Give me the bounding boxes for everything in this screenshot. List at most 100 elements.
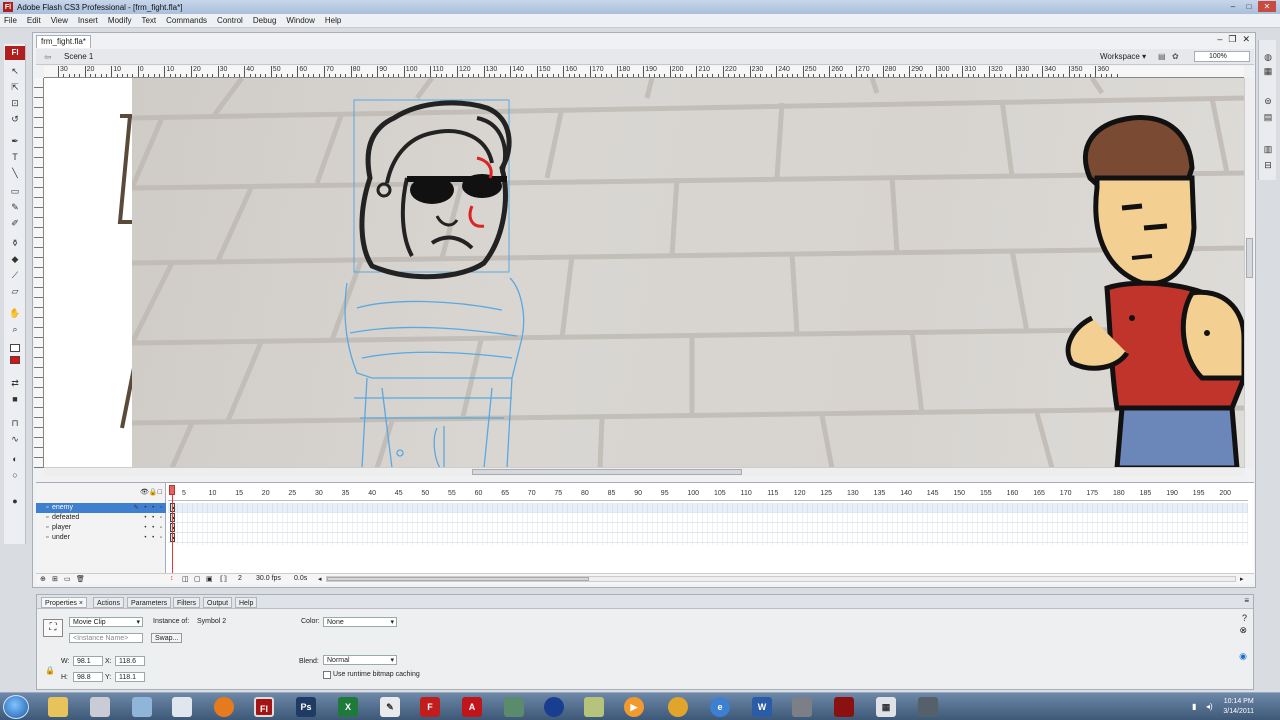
layer-visibility-header-icon[interactable]: 👁🔒□ — [140, 488, 162, 496]
snap-to-objects-icon[interactable]: ⊓ — [9, 418, 21, 429]
instance-name-input[interactable]: <Instance Name> — [69, 633, 143, 643]
ink-bottle-tool-icon[interactable]: ⚱ — [9, 238, 21, 249]
edit-multiple-frames-icon[interactable]: ▣ — [206, 575, 213, 583]
menu-view[interactable]: View — [51, 16, 68, 25]
ie-icon[interactable]: e — [710, 697, 730, 717]
document-tab[interactable]: frm_fight.fla* — [36, 35, 91, 48]
frame-row[interactable] — [168, 513, 1248, 523]
height-field[interactable]: 98.8 — [73, 672, 103, 682]
x-field[interactable]: 118.6 — [115, 656, 145, 666]
volume-tray-icon[interactable]: ◂) — [1206, 702, 1213, 711]
width-field[interactable]: 98.1 — [73, 656, 103, 666]
collapse-icon[interactable]: ◉ — [1239, 651, 1247, 662]
scroll-right-icon[interactable]: ▸ — [1240, 575, 1244, 583]
notepad-icon[interactable] — [172, 697, 192, 717]
layer-flags-icon[interactable]: ✎ • • ▫ — [134, 503, 164, 513]
filezilla-icon[interactable]: F — [420, 697, 440, 717]
layer-row[interactable]: ▫ defeated • • ▫ — [36, 513, 166, 523]
menu-modify[interactable]: Modify — [108, 16, 132, 25]
brush-mode-icon[interactable]: ◐ — [9, 454, 21, 465]
doc-close-icon[interactable]: ✕ — [1242, 34, 1250, 45]
line-tool-icon[interactable]: ╲ — [9, 168, 21, 179]
tab-filters[interactable]: Filters — [173, 597, 201, 608]
tab-properties[interactable]: Properties × — [41, 597, 87, 608]
timeline-scrollbar[interactable] — [326, 576, 1236, 582]
minimize-button[interactable]: – — [1226, 1, 1240, 12]
fill-color-swatch[interactable] — [10, 356, 20, 364]
acrobat-icon[interactable]: A — [462, 697, 482, 717]
smooth-icon[interactable]: ∿ — [9, 434, 21, 445]
network-tray-icon[interactable]: ▮ — [1192, 702, 1196, 711]
layer-flags-icon[interactable]: • • ▫ — [144, 513, 164, 523]
layer-flags-icon[interactable]: • • ▫ — [144, 533, 164, 543]
brush-tool-icon[interactable]: ✐ — [9, 218, 21, 229]
transform-panel-icon[interactable]: ⊟ — [1262, 160, 1274, 171]
swap-colors-icon[interactable]: ⇄ — [9, 378, 21, 389]
layer-row[interactable]: ▫ player • • ▫ — [36, 523, 166, 533]
scene-breadcrumb[interactable]: Scene 1 — [64, 52, 93, 61]
align-panel-icon[interactable]: ⊜ — [1262, 96, 1274, 107]
menu-window[interactable]: Window — [286, 16, 314, 25]
calculator-icon[interactable]: ▦ — [876, 697, 896, 717]
menu-debug[interactable]: Debug — [253, 16, 277, 25]
onion-outline-icon[interactable]: ▢ — [194, 575, 201, 583]
menu-edit[interactable]: Edit — [27, 16, 41, 25]
network-icon[interactable] — [504, 697, 524, 717]
firefox-icon[interactable] — [214, 697, 234, 717]
pasteboard[interactable] — [44, 78, 1244, 468]
bitmap-cache-checkbox[interactable] — [323, 671, 331, 679]
rectangle-tool-icon[interactable]: ▭ — [9, 186, 21, 197]
zoom-select[interactable]: 100% — [1194, 51, 1250, 62]
close-button[interactable]: ✕ — [1258, 1, 1276, 12]
app-icon[interactable] — [918, 697, 938, 717]
frames-grid[interactable] — [168, 503, 1248, 545]
library-panel-icon[interactable]: ▥ — [1262, 144, 1274, 155]
help-icon[interactable]: ? — [1242, 613, 1247, 623]
layer-flags-icon[interactable]: • • ▫ — [144, 523, 164, 533]
paint-bucket-tool-icon[interactable]: ◆ — [9, 254, 21, 265]
eyedropper-tool-icon[interactable]: ⟋ — [9, 270, 21, 281]
tab-output[interactable]: Output — [203, 597, 233, 608]
flash-taskbar-icon[interactable]: Fl — [254, 697, 274, 717]
free-transform-tool-icon[interactable]: ⊡ — [9, 98, 21, 109]
menu-file[interactable]: File — [4, 16, 17, 25]
menu-insert[interactable]: Insert — [78, 16, 98, 25]
system-clock[interactable]: 10:14 PM 3/14/2011 — [1223, 697, 1254, 717]
delete-layer-icon[interactable]: 🗑 — [76, 575, 85, 583]
color-panel-icon[interactable]: ◍ — [1262, 52, 1274, 63]
timeline-scroll-thumb[interactable] — [327, 577, 589, 581]
media-player-icon[interactable]: ▶ — [624, 697, 644, 717]
doc-minimize-icon[interactable]: – — [1217, 34, 1222, 45]
frame-row[interactable] — [168, 523, 1248, 533]
edit-symbols-icon[interactable]: ✿ — [1172, 52, 1179, 61]
layer-row[interactable]: ▫ under • • ▫ — [36, 533, 166, 543]
tab-help[interactable]: Help — [235, 597, 258, 608]
excel-icon[interactable]: X — [338, 697, 358, 717]
layer-row[interactable]: ▫ enemy ✎ • • ▫ — [36, 503, 166, 513]
maximize-button[interactable]: □ — [1242, 1, 1256, 12]
add-layer-icon[interactable]: ⊕ — [40, 575, 46, 583]
start-button[interactable] — [3, 695, 29, 719]
menu-text[interactable]: Text — [141, 16, 156, 25]
y-field[interactable]: 118.1 — [115, 672, 145, 682]
eraser-tool-icon[interactable]: ▱ — [9, 286, 21, 297]
app-icon[interactable] — [834, 697, 854, 717]
workspace-menu[interactable]: Workspace ▾ — [1100, 52, 1146, 61]
menu-help[interactable]: Help — [325, 16, 341, 25]
browser-icon[interactable] — [544, 697, 564, 717]
hand-tool-icon[interactable]: ✋ — [9, 308, 21, 319]
edit-scene-icon[interactable]: ▤ — [1158, 52, 1166, 61]
tab-actions[interactable]: Actions — [93, 597, 124, 608]
frame-number-header[interactable]: 5 10 15 20 25 30 35 40 45 50 55 60 65 70 75 80 85 90 95 100… — [168, 487, 1248, 501]
panel-menu-icon[interactable]: ≡ — [1244, 596, 1249, 605]
explorer-icon[interactable] — [48, 697, 68, 717]
folder-icon[interactable] — [584, 697, 604, 717]
tab-parameters[interactable]: Parameters — [127, 597, 172, 608]
add-folder-icon[interactable]: ▭ — [64, 575, 71, 583]
onion-skin-icon[interactable]: ◫ — [182, 575, 189, 583]
default-colors-icon[interactable]: ■ — [9, 394, 21, 405]
menu-control[interactable]: Control — [217, 16, 243, 25]
photoshop-icon[interactable]: Ps — [296, 697, 316, 717]
brush-shape-icon[interactable]: ● — [9, 496, 21, 507]
stage-hscroll-thumb[interactable] — [472, 469, 742, 475]
